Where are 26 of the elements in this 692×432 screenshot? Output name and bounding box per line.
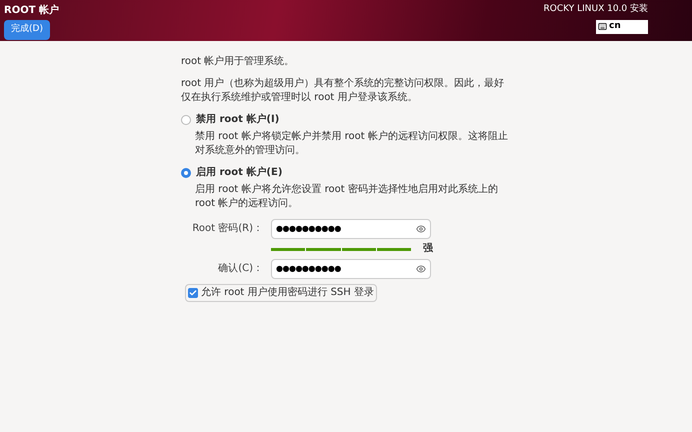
radio-option[interactable]: 启用 root 帐户(E) (181, 166, 511, 180)
done-button[interactable]: 完成(D) (4, 20, 50, 40)
option-label: 启用 root 帐户(E) (196, 166, 282, 180)
field-label: Root 密码(R)： (191, 222, 263, 236)
password-field[interactable]: ●●●●●●●●●● (271, 219, 431, 239)
keyboard-icon (598, 22, 607, 31)
eye-icon[interactable] (416, 264, 426, 274)
description-text: root 用户（也称为超级用户）具有整个系统的完整访问权限。因此，最好仅在执行系统维护或管理时以 root 用户登录该系统。 (181, 77, 506, 105)
option-description: 禁用 root 帐户将锁定帐户并禁用 root 帐户的远程访问权限。这将阻止对系统意外的管理访问。 (194, 130, 509, 158)
password-field[interactable]: ●●●●●●●●●● (271, 259, 431, 279)
intro-text: root 帐户用于管理系统。 (181, 55, 296, 69)
option-label: 禁用 root 帐户(I) (196, 113, 280, 127)
radio-button[interactable] (181, 168, 191, 178)
field-label: 确认(C)： (217, 262, 263, 276)
strength-label: 强 (423, 242, 433, 256)
ssh-checkbox-option[interactable]: 允许 root 用户使用密码进行 SSH 登录 (185, 284, 377, 302)
radio-button[interactable] (181, 115, 191, 125)
eye-icon[interactable] (416, 224, 426, 234)
radio-option[interactable]: 禁用 root 帐户(I) (181, 113, 511, 127)
page-title: ROOT 帐户 (4, 3, 60, 18)
keyboard-layout-field[interactable]: cn (596, 20, 648, 34)
check-icon (189, 289, 197, 297)
checkbox-label: 允许 root 用户使用密码进行 SSH 登录 (201, 286, 374, 300)
product-title: ROCKY LINUX 10.0 安装 (544, 3, 648, 16)
option-description: 启用 root 帐户将允许您设置 root 密码并选择性地启用对此系统上的 root 帐户的远程访问。 (194, 183, 499, 211)
checkbox[interactable] (188, 288, 198, 298)
